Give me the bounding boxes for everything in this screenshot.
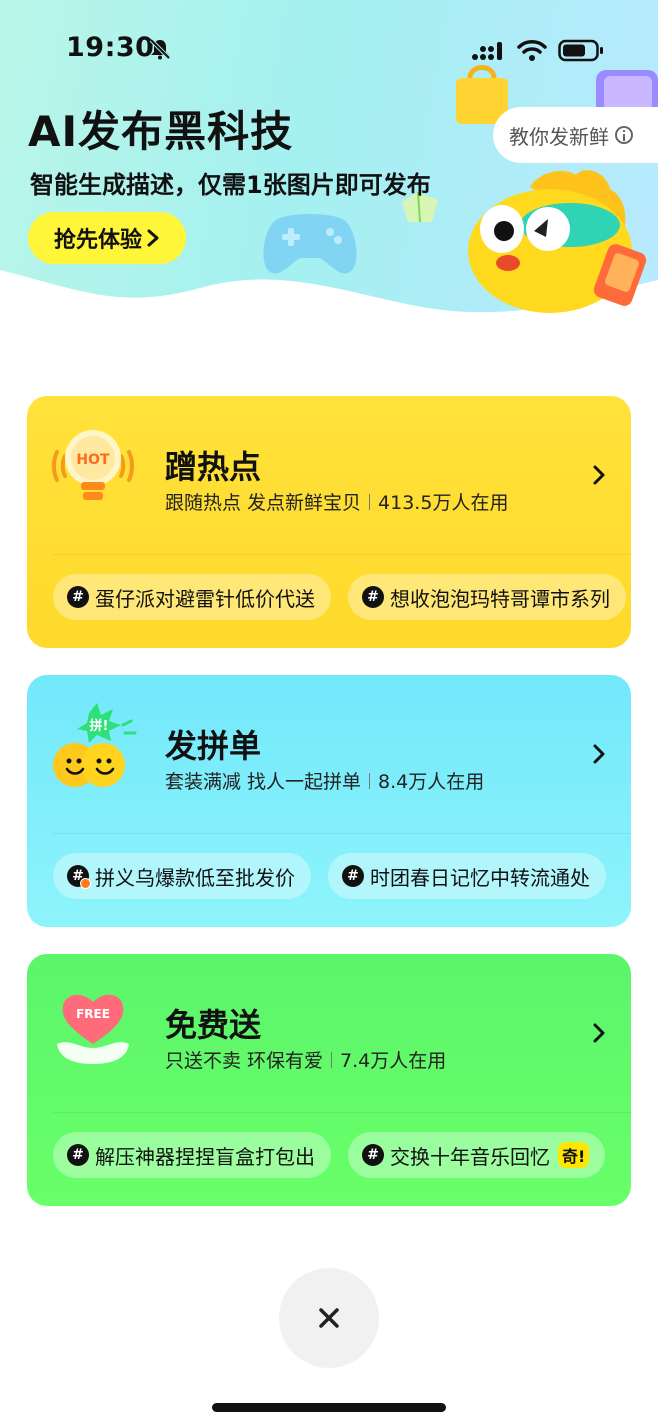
chevron-right-icon[interactable]	[589, 1020, 609, 1046]
gamepad-icon	[263, 214, 357, 274]
card-divider	[53, 1112, 631, 1113]
hashtag-icon: #	[362, 586, 384, 608]
info-icon	[615, 126, 633, 144]
card-desc: 套装满减 找人一起拼单	[165, 771, 362, 793]
card-desc: 只送不卖 环保有爱	[165, 1050, 324, 1072]
hashtag-icon: #	[67, 865, 91, 889]
tag-label: 交换十年音乐回忆	[390, 1144, 550, 1169]
topic-tag[interactable]: # 蛋仔派对避雷针低价代送	[53, 574, 331, 620]
hot-label: HOT	[76, 452, 110, 468]
pin-label: 拼!	[90, 718, 109, 734]
divider	[369, 494, 371, 510]
try-now-button[interactable]: 抢先体验	[28, 212, 186, 264]
notification-dot	[80, 878, 91, 889]
card-divider	[53, 554, 631, 555]
hashtag-icon: #	[342, 865, 364, 887]
chevron-right-icon[interactable]	[589, 462, 609, 488]
card-subtitle: 跟随热点 发点新鲜宝贝 413.5万人在用	[165, 488, 508, 515]
heart-hand-icon: FREE	[57, 994, 129, 1064]
tag-label: 拼义乌爆款低至批发价	[95, 865, 295, 890]
card-title: 蹭热点	[165, 448, 262, 486]
chevron-right-icon	[147, 229, 159, 247]
card-group-buy[interactable]: 拼! 发拼单 套装满减 找人一起拼单 8.4万人在用 # 拼义乌爆款低至批发价 #…	[27, 675, 631, 927]
hashtag-icon: #	[362, 1144, 384, 1166]
hashtag-icon: #	[67, 1144, 89, 1166]
tag-label: 想收泡泡玛特哥谭市系列	[390, 586, 610, 611]
close-button[interactable]	[279, 1268, 379, 1368]
try-now-label: 抢先体验	[53, 228, 142, 253]
cellular-signal-icon	[472, 42, 502, 60]
tag-label: 蛋仔派对避雷针低价代送	[95, 586, 315, 611]
card-trending[interactable]: HOT 蹭热点 跟随热点 发点新鲜宝贝 413.5万人在用 # 蛋仔派对避雷针低价…	[27, 396, 631, 648]
topic-tag[interactable]: # 想收泡泡玛特哥谭市系列	[348, 574, 626, 620]
hero-banner[interactable]: 19:30 AI发布黑科技 智能生成描述，仅需1张图片即可发布 抢先体验 教你发…	[0, 0, 658, 370]
card-free-giveaway[interactable]: FREE 免费送 只送不卖 环保有爱 7.4万人在用 # 解压神器捏捏盲盒打包出 …	[27, 954, 631, 1206]
chevron-right-icon[interactable]	[589, 741, 609, 767]
free-label: FREE	[76, 1007, 110, 1021]
card-title: 发拼单	[165, 727, 262, 765]
card-users: 413.5万人在用	[378, 492, 509, 514]
divider	[369, 773, 371, 789]
hashtag-icon: #	[67, 586, 89, 608]
tag-label: 时团春日记忆中转流通处	[370, 865, 590, 890]
tutorial-button[interactable]: 教你发新鲜	[493, 107, 658, 163]
card-subtitle: 只送不卖 环保有爱 7.4万人在用	[165, 1046, 446, 1073]
topic-tag[interactable]: # 拼义乌爆款低至批发价	[53, 853, 311, 899]
tag-label: 解压神器捏捏盲盒打包出	[95, 1144, 315, 1169]
card-users: 8.4万人在用	[378, 771, 485, 793]
mascot-fish-icon	[468, 170, 647, 313]
hero-subtitle: 智能生成描述，仅需1张图片即可发布	[30, 171, 431, 199]
topic-tag[interactable]: # 解压神器捏捏盲盒打包出	[53, 1132, 331, 1178]
card-title: 免费送	[165, 1006, 262, 1044]
smiley-group-icon: 拼!	[53, 703, 137, 787]
tutorial-label: 教你发新鲜	[509, 124, 609, 149]
close-icon	[319, 1308, 339, 1328]
special-badge: 奇!	[558, 1142, 590, 1168]
card-users: 7.4万人在用	[340, 1050, 447, 1072]
status-bar: 19:30	[0, 0, 658, 100]
status-time: 19:30	[66, 32, 155, 63]
bell-off-icon	[149, 38, 171, 60]
card-subtitle: 套装满减 找人一起拼单 8.4万人在用	[165, 767, 484, 794]
hero-title: AI发布黑科技	[28, 107, 294, 156]
card-desc: 跟随热点 发点新鲜宝贝	[165, 492, 362, 514]
card-divider	[53, 833, 631, 834]
wifi-icon	[517, 40, 547, 61]
home-indicator[interactable]	[212, 1403, 446, 1412]
battery-icon	[558, 39, 603, 62]
lightbulb-hot-icon: HOT	[52, 430, 134, 500]
topic-tag[interactable]: # 交换十年音乐回忆 奇!	[348, 1132, 606, 1178]
topic-tag[interactable]: # 时团春日记忆中转流通处	[328, 853, 606, 899]
divider	[331, 1052, 333, 1068]
